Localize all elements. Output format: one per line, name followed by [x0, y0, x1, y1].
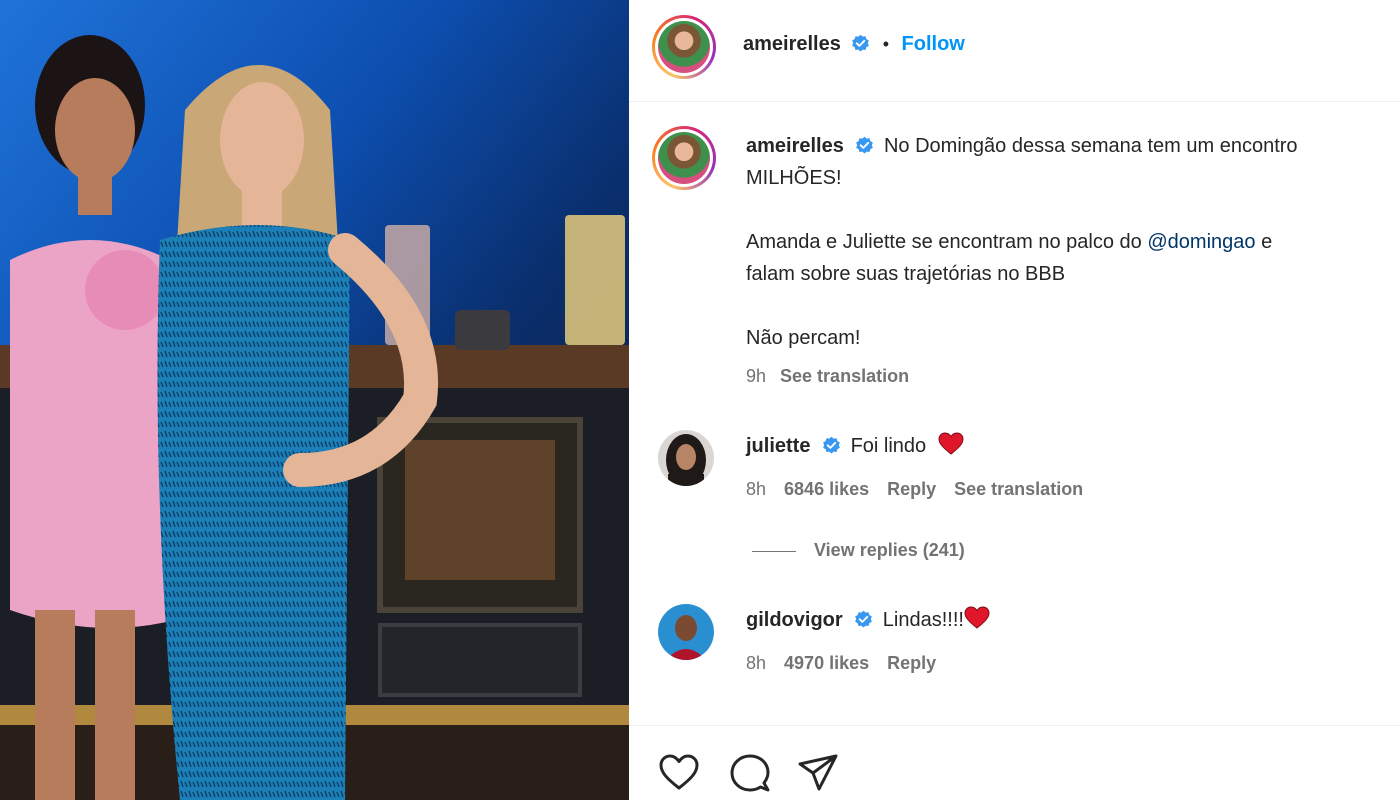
- comment-likes[interactable]: 6846 likes: [784, 479, 869, 499]
- comment-time[interactable]: 8h: [746, 479, 766, 499]
- post-time[interactable]: 9h: [746, 366, 766, 386]
- caption-para2-end: e: [1255, 231, 1273, 253]
- post-header: ameirelles • Follow: [629, 0, 1400, 102]
- see-translation-link[interactable]: See translation: [780, 366, 909, 386]
- caption-line-1: No Domingão dessa semana tem um encontro: [883, 135, 1298, 157]
- post-photo[interactable]: [0, 0, 629, 800]
- verified-badge-icon: [823, 436, 840, 454]
- comment-text: Lindas!!!!: [882, 609, 964, 631]
- comment-body: gildovigor Lindas!!!!: [746, 604, 990, 636]
- comment-meta: 8h 6846 likes Reply See translation: [746, 479, 1101, 500]
- caption-para2-line2: falam sobre suas trajetórias no BBB: [746, 263, 1066, 285]
- separator-dot: •: [882, 34, 890, 54]
- comment-avatar[interactable]: [658, 604, 714, 660]
- caption-line-2: MILHÕES!: [746, 167, 842, 189]
- comment-body: juliette Foi lindo: [746, 430, 964, 462]
- comment-username[interactable]: gildovigor: [746, 609, 843, 631]
- follow-button[interactable]: Follow: [902, 33, 965, 55]
- caption-author-avatar[interactable]: [652, 126, 716, 190]
- comment-username[interactable]: juliette: [746, 435, 810, 457]
- paper-plane-icon[interactable]: [797, 752, 839, 794]
- red-heart-emoji-icon: [938, 432, 964, 455]
- verified-badge-icon: [856, 136, 874, 154]
- comment-time[interactable]: 8h: [746, 653, 766, 673]
- comment-likes[interactable]: 4970 likes: [784, 653, 869, 673]
- author-avatar[interactable]: [652, 15, 716, 79]
- mention-link[interactable]: @domingao: [1147, 231, 1255, 253]
- caption-username[interactable]: ameirelles: [746, 135, 844, 157]
- comment-avatar[interactable]: [658, 430, 714, 486]
- verified-badge-icon: [855, 610, 873, 628]
- see-translation-link[interactable]: See translation: [954, 479, 1083, 499]
- view-replies-line: [752, 550, 796, 552]
- post-actions-bar: [629, 725, 1400, 801]
- heart-outline-icon[interactable]: [658, 752, 700, 794]
- post-detail-panel: ameirelles • Follow ameirelles No Doming…: [629, 0, 1400, 800]
- caption-para3: Não percam!: [746, 327, 861, 349]
- author-line: ameirelles • Follow: [743, 33, 965, 56]
- view-replies-label: View replies (241): [814, 540, 965, 560]
- view-replies-button[interactable]: View replies (241): [752, 540, 983, 561]
- reply-button[interactable]: Reply: [887, 653, 936, 673]
- caption-para2-start: Amanda e Juliette se encontram no palco …: [746, 231, 1148, 253]
- comment-meta: 8h 4970 likes Reply: [746, 653, 954, 674]
- verified-badge-icon: [852, 34, 870, 52]
- caption-meta: 9h See translation: [746, 366, 927, 387]
- photo-illustration: [0, 0, 629, 800]
- avatar-image: [658, 430, 714, 486]
- post-caption: ameirelles No Domingão dessa semana tem …: [746, 130, 1396, 354]
- reply-button[interactable]: Reply: [887, 479, 936, 499]
- avatar-image: [658, 604, 714, 660]
- author-username[interactable]: ameirelles: [743, 33, 841, 55]
- speech-bubble-icon[interactable]: [729, 752, 771, 794]
- comment-text: Foi lindo: [850, 435, 927, 457]
- red-heart-emoji-icon: [964, 606, 990, 629]
